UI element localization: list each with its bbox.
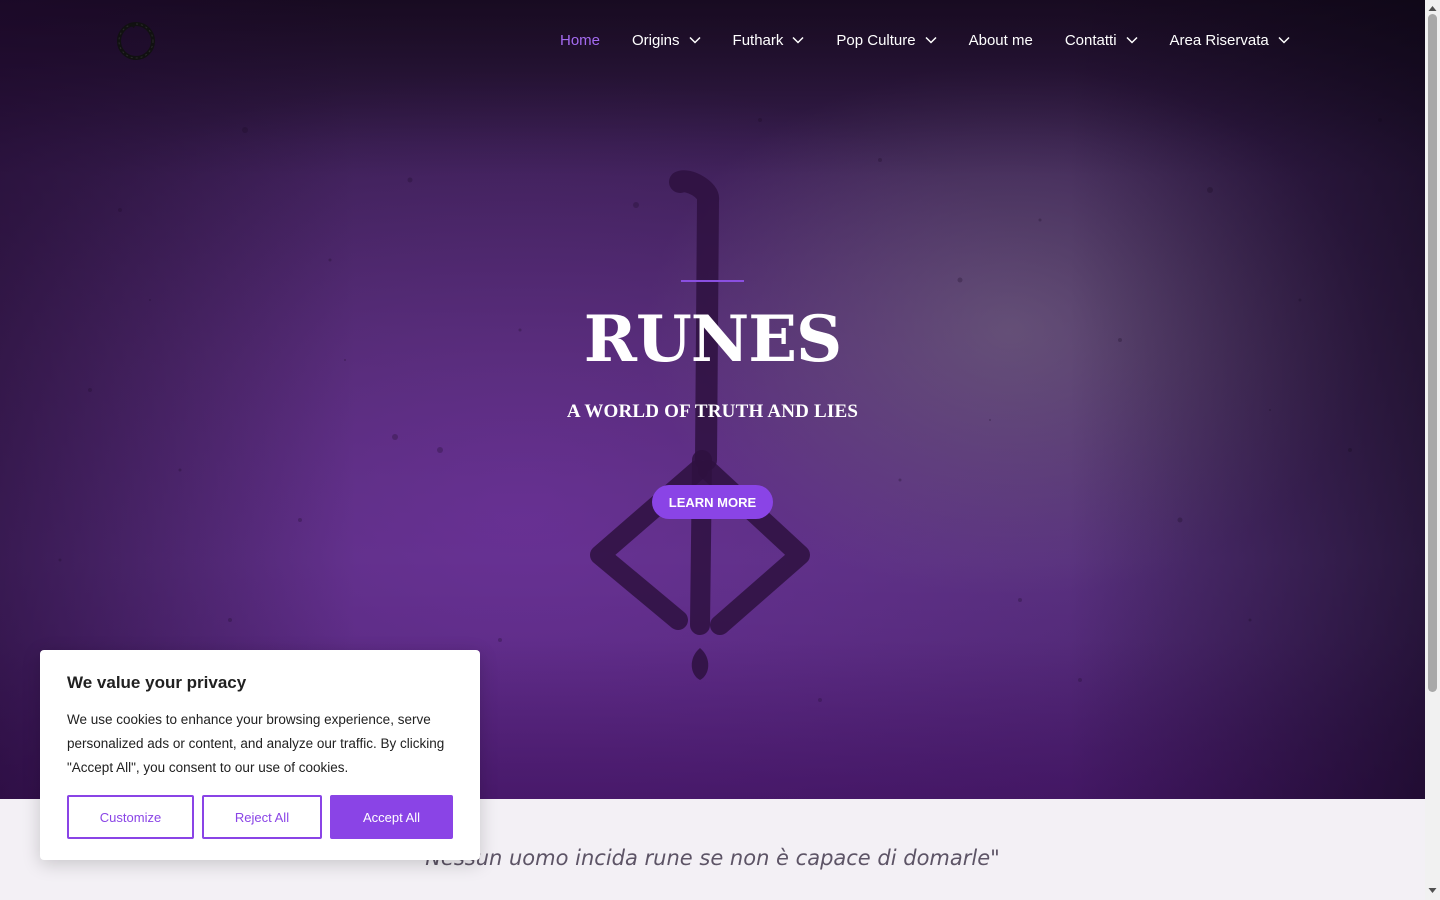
cookie-banner-text: We use cookies to enhance your browsing … — [67, 712, 445, 775]
accept-all-button[interactable]: Accept All — [330, 795, 453, 839]
customize-button[interactable]: Customize — [67, 795, 194, 839]
scroll-up-arrow-icon[interactable] — [1428, 4, 1437, 13]
chevron-down-icon — [925, 36, 937, 44]
cookie-consent-banner: We value your privacy We use cookies to … — [40, 650, 480, 860]
nav-item-label: Origins — [632, 31, 680, 49]
nav-item-area-riservata[interactable]: Area Riservata — [1170, 28, 1290, 52]
hero-divider — [681, 280, 744, 282]
nav-item-label: Area Riservata — [1169, 31, 1269, 49]
chevron-down-icon — [689, 36, 701, 44]
nav-item-label: Contatti — [1064, 31, 1117, 49]
nav-item-about-me[interactable]: About me — [969, 28, 1033, 52]
nav-item-futhark[interactable]: Futhark — [733, 28, 805, 52]
nav-item-contatti[interactable]: Contatti — [1065, 28, 1138, 52]
nav-item-label: Futhark — [732, 31, 784, 49]
nav-item-origins[interactable]: Origins — [632, 28, 701, 52]
scroll-down-arrow-icon[interactable] — [1428, 886, 1437, 895]
reject-all-button[interactable]: Reject All — [202, 795, 322, 839]
nav-item-home[interactable]: Home — [560, 28, 600, 52]
chevron-down-icon — [1278, 36, 1290, 44]
chevron-down-icon — [792, 36, 804, 44]
nav-item-label: Pop Culture — [836, 31, 916, 49]
hero-subtitle: A WORLD OF TRUTH AND LIES — [566, 401, 859, 422]
nav-item-pop-culture[interactable]: Pop Culture — [836, 28, 937, 52]
main-navigation: Home Origins Futhark Pop Culture About m… — [560, 28, 1290, 52]
page-scrollbar[interactable] — [1425, 0, 1440, 900]
cookie-banner-title: We value your privacy — [67, 673, 247, 692]
nav-item-label: About me — [968, 31, 1033, 49]
learn-more-button[interactable]: LEARN MORE — [652, 485, 773, 519]
scrollbar-thumb[interactable] — [1428, 14, 1437, 692]
chevron-down-icon — [1126, 36, 1138, 44]
rune-symbol-icon — [590, 170, 810, 680]
nav-item-label: Home — [560, 31, 601, 49]
ouroboros-logo-icon[interactable] — [114, 18, 158, 62]
hero-title: RUNES — [583, 302, 843, 377]
